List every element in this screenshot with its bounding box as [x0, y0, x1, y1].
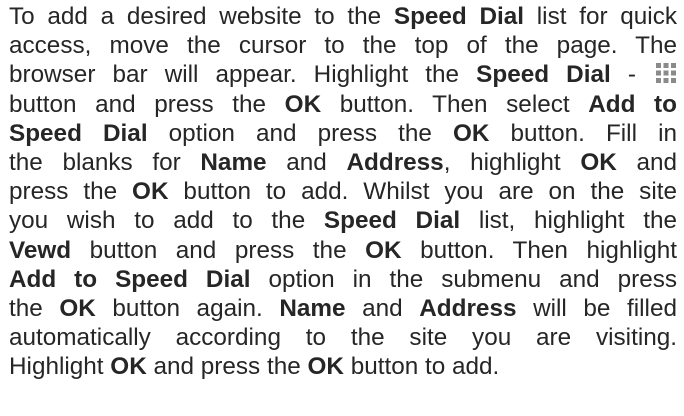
text-line-12: automatically according to the site you …	[9, 324, 677, 352]
text-line-13: Highlight OK and press the OK button to …	[9, 353, 500, 381]
text-line-1: To add a desired website to the Speed Di…	[9, 3, 677, 30]
text-line-6: the blanks for Name and Address, highlig…	[9, 149, 677, 177]
text-line-4: button and press the OK button. Then sel…	[9, 90, 677, 118]
text-line-11: the OK button again. Name and Address wi…	[9, 295, 677, 323]
text-line-5: Speed Dial option and press the OK butto…	[9, 119, 677, 147]
text-line-7: press the OK button to add. Whilst you a…	[9, 178, 677, 206]
instruction-paragraph: To add a desired website to the Speed Di…	[9, 2, 677, 382]
text-line-8: you wish to add to the Speed Dial list, …	[9, 207, 678, 235]
text-line-3: browser bar will appear. Highlight the S…	[9, 60, 677, 89]
text-line-2: access, move the cursor to the top of th…	[9, 32, 677, 60]
text-line-10: Add to Speed Dial option in the submenu …	[9, 265, 678, 293]
speed-dial-grid-icon	[655, 62, 677, 85]
text-line-9: Vewd button and press the OK button. The…	[9, 236, 677, 264]
